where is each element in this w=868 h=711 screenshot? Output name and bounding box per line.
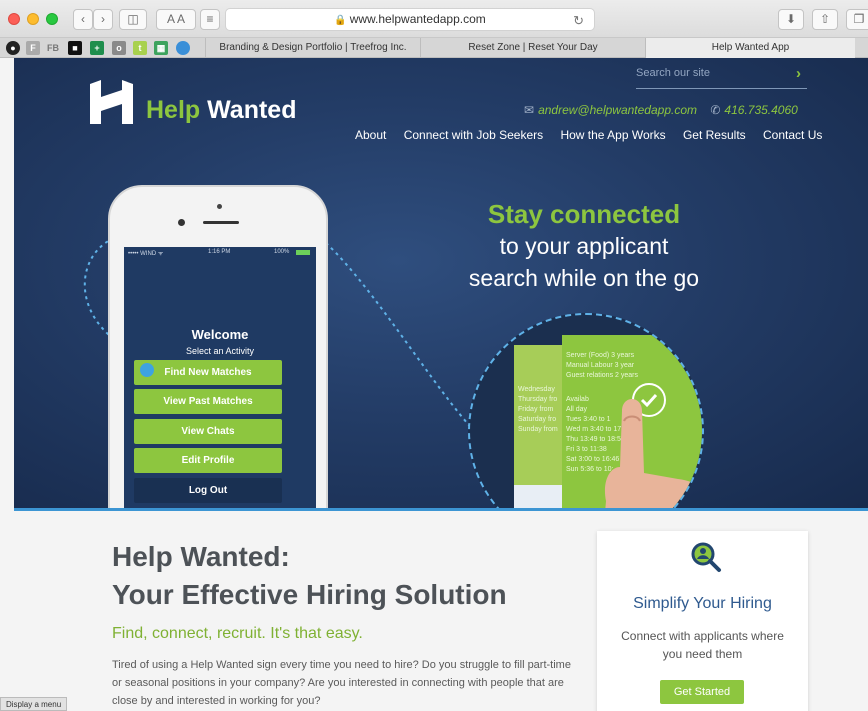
headline-line-3: search while on the go <box>468 265 700 291</box>
forward-button[interactable]: › <box>93 9 113 30</box>
minimize-window-button[interactable] <box>27 13 39 25</box>
edit-profile-button[interactable]: Edit Profile <box>134 448 282 473</box>
hero-headline: Stay connected to your applicant search … <box>409 198 759 294</box>
battery-percent: 100% <box>274 249 290 255</box>
reader-button[interactable]: ≡ <box>200 9 220 30</box>
camera-dot-icon <box>178 219 185 226</box>
tagline: Find, connect, recruit. It's that easy. <box>112 625 363 642</box>
headline-line-2: to your applicant <box>499 233 669 259</box>
card-description: Connect with applicants where you need t… <box>621 629 784 661</box>
app-welcome: Welcome <box>191 327 249 342</box>
title-line-2: Your Effective Hiring Solution <box>112 579 507 610</box>
touch-indicator-icon <box>140 363 154 377</box>
bookmark-sheet-icon[interactable]: ▦ <box>154 41 168 55</box>
get-started-button[interactable]: Get Started <box>660 680 744 704</box>
page-title: Help Wanted: Your Effective Hiring Solut… <box>112 538 572 614</box>
speaker-icon <box>203 221 239 224</box>
bookmark-frog-icon[interactable]: t <box>133 41 147 55</box>
carrier-text: ••••• WIND ᯤ <box>128 251 164 257</box>
sidebar-icon: ◫ <box>127 12 139 26</box>
bookmark-dark-icon[interactable]: ■ <box>68 41 82 55</box>
tab-help-wanted[interactable]: Help Wanted App <box>645 38 855 58</box>
simplify-hiring-card: Simplify Your Hiring Connect with applic… <box>597 531 808 711</box>
experience-text: Server (Food) 3 years Manual Labour 3 yea… <box>566 352 638 379</box>
battery-icon <box>296 250 310 255</box>
bookmark-f-icon[interactable]: F <box>26 41 40 55</box>
tab-bar: ● F FB ■ + o t ▦ Branding & Design Portf… <box>0 38 868 58</box>
download-icon: ⬇ <box>785 12 797 26</box>
app-subtitle: Select an Activity <box>185 346 255 356</box>
intro-paragraph: Tired of using a Help Wanted sign every … <box>112 659 571 707</box>
bookmark-fb[interactable]: FB <box>44 41 62 55</box>
reader-icon: ≡ <box>206 12 214 26</box>
browser-toolbar: ‹ › ◫ A A ≡ 🔒 www.helpwantedapp.com ↻ ⬇ ⇧… <box>0 0 868 38</box>
headline-line-1: Stay connected <box>487 199 681 229</box>
downloads-button[interactable]: ⬇ <box>778 9 804 30</box>
github-icon[interactable]: ● <box>6 41 20 55</box>
tabs-icon: ❐ <box>853 12 865 26</box>
close-window-button[interactable] <box>8 13 20 25</box>
schedule-left-text: Wednesday Thursday fro Friday from Saturday… <box>518 386 558 433</box>
bookmark-cloud-icon[interactable] <box>176 41 190 55</box>
log-out-button[interactable]: Log Out <box>134 478 282 503</box>
text-size-button[interactable]: A A <box>156 9 196 30</box>
tabs-overview-button[interactable]: ❐ <box>846 9 868 30</box>
phone-status-bar: ••••• WIND ᯤ 1:16 PM 100% <box>124 247 316 259</box>
address-bar[interactable]: 🔒 www.helpwantedapp.com ↻ <box>225 8 595 31</box>
status-time: 1:16 PM <box>208 249 231 255</box>
front-camera-icon <box>217 204 222 209</box>
lock-icon: 🔒 <box>334 15 347 26</box>
card-title: Simplify Your Hiring <box>633 595 772 612</box>
bookmark-plus-icon[interactable]: + <box>90 41 104 55</box>
view-chats-button[interactable]: View Chats <box>134 419 282 444</box>
phone-mockup: ••••• WIND ᯤ 1:16 PM 100% Welcome Select… <box>108 185 328 508</box>
hero-section: Help Wanted › ✉andrew@helpwantedapp.com … <box>14 58 868 508</box>
pointing-finger-icon <box>605 399 702 508</box>
sidebar-toggle-button[interactable]: ◫ <box>119 9 147 30</box>
url-text: www.helpwantedapp.com <box>349 12 486 26</box>
magnifier-person-icon <box>691 542 721 572</box>
status-tooltip: Display a menu <box>0 697 68 711</box>
title-line-1: Help Wanted: <box>112 541 290 572</box>
tab-treefrog[interactable]: Branding & Design Portfolio | Treefrog I… <box>205 38 420 58</box>
phone-screen: ••••• WIND ᯤ 1:16 PM 100% Welcome Select… <box>124 247 316 508</box>
view-past-matches-button[interactable]: View Past Matches <box>134 389 282 414</box>
zoom-window-button[interactable] <box>46 13 58 25</box>
reload-icon[interactable]: ↻ <box>573 10 584 31</box>
share-icon: ⇧ <box>819 12 831 26</box>
tab-reset-zone[interactable]: Reset Zone | Reset Your Day <box>420 38 645 58</box>
bookmark-o-icon[interactable]: o <box>112 41 126 55</box>
find-new-matches-button[interactable]: Find New Matches <box>134 360 282 385</box>
share-button[interactable]: ⇧ <box>812 9 838 30</box>
hero-divider <box>14 508 868 511</box>
back-button[interactable]: ‹ <box>73 9 93 30</box>
